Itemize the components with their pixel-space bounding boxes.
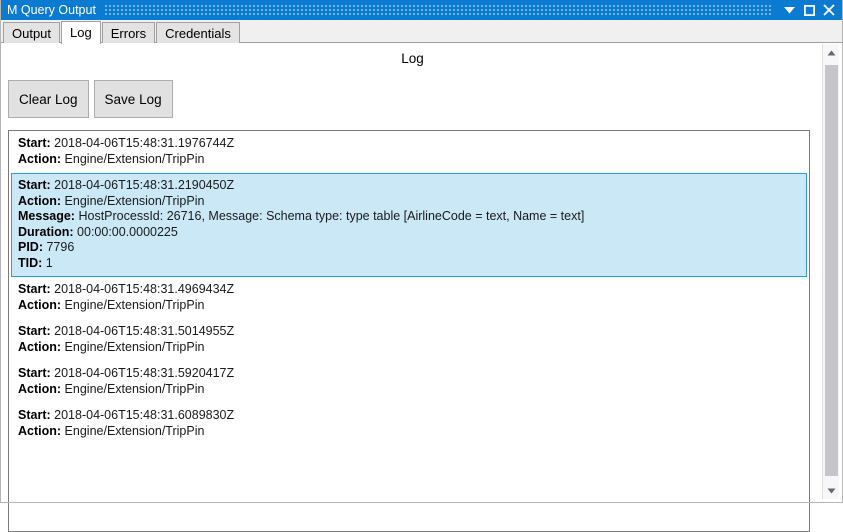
log-field-key: Start: — [18, 178, 51, 192]
list-item[interactable]: Start: 2018-04-06T15:48:31.5920417Z Acti… — [11, 361, 807, 403]
scroll-down-button[interactable] — [823, 482, 839, 499]
log-field-value: Engine/Extension/TripPin — [64, 297, 205, 312]
log-field-row: Start: 2018-04-06T15:48:31.6089830Z — [18, 408, 800, 424]
log-field-value: 2018-04-06T15:48:31.6089830Z — [54, 408, 235, 422]
log-field-value: 2018-04-06T15:48:31.2190450Z — [54, 178, 235, 192]
log-field-row: Start: 2018-04-06T15:48:31.2190450Z — [18, 178, 800, 194]
log-field-row: Start: 2018-04-06T15:48:31.4969434Z — [18, 282, 800, 298]
scrollbar-thumb[interactable] — [825, 65, 838, 476]
log-field-key: Action: — [18, 151, 62, 166]
log-field-value: Engine/Extension/TripPin — [64, 381, 205, 396]
log-field-row: Action: Engine/Extension/TripPin — [18, 152, 800, 168]
tab-errors[interactable]: Errors — [101, 22, 156, 43]
vertical-scrollbar[interactable] — [822, 44, 839, 499]
list-item[interactable]: Start: 2018-04-06T15:48:31.6089830Z Acti… — [11, 403, 807, 445]
log-field-row: Action: Engine/Extension/TripPin — [18, 382, 800, 398]
log-field-value: 2018-04-06T15:48:31.5920417Z — [54, 366, 235, 380]
log-toolbar: Clear Log Save Log — [8, 80, 178, 118]
log-field-row: Start: 2018-04-06T15:48:31.1976744Z — [18, 136, 800, 152]
clear-log-button[interactable]: Clear Log — [8, 80, 89, 118]
log-field-value: 2018-04-06T15:48:31.1976744Z — [54, 136, 235, 150]
log-field-row: Action: Engine/Extension/TripPin — [18, 424, 800, 440]
log-field-row: Start: 2018-04-06T15:48:31.5920417Z — [18, 366, 800, 382]
maximize-button[interactable] — [799, 1, 819, 19]
tab-log[interactable]: Log — [61, 21, 101, 44]
tab-strip: Output Log Errors Credentials — [0, 20, 843, 44]
log-field-key: Start: — [18, 282, 51, 296]
log-field-row: Message: HostProcessId: 26716, Message: … — [18, 209, 800, 225]
page-title: Log — [401, 51, 424, 66]
window-controls — [779, 0, 839, 20]
log-field-key: Start: — [18, 324, 51, 338]
log-field-row: TID: 1 — [18, 256, 800, 272]
list-item-selected[interactable]: Start: 2018-04-06T15:48:31.2190450Z Acti… — [11, 173, 807, 277]
log-field-row: PID: 7796 — [18, 240, 800, 256]
window-title: M Query Output — [7, 3, 96, 17]
title-bar: M Query Output — [0, 0, 843, 20]
scroll-up-button[interactable] — [823, 44, 839, 61]
log-field-key: Action: — [18, 381, 62, 396]
log-field-key: Action: — [18, 193, 62, 208]
log-field-key: Start: — [18, 136, 51, 150]
log-field-value: 00:00:00.0000225 — [77, 224, 178, 239]
log-field-row: Action: Engine/Extension/TripPin — [18, 340, 800, 356]
log-field-value: 2018-04-06T15:48:31.5014955Z — [54, 324, 235, 338]
log-field-row: Start: 2018-04-06T15:48:31.5014955Z — [18, 324, 800, 340]
log-field-value: Engine/Extension/TripPin — [64, 339, 205, 354]
log-field-value: 7796 — [46, 240, 75, 254]
list-item[interactable]: Start: 2018-04-06T15:48:31.1976744Z Acti… — [11, 131, 807, 173]
log-entry-list[interactable]: Start: 2018-04-06T15:48:31.1976744Z Acti… — [8, 130, 810, 532]
minimize-button[interactable] — [779, 1, 799, 19]
m-query-output-window: M Query Output Output Log Errors Credent… — [0, 0, 843, 532]
log-field-value: HostProcessId: 26716, Message: Schema ty… — [78, 209, 585, 223]
log-field-row: Action: Engine/Extension/TripPin — [18, 298, 800, 314]
log-field-key: PID: — [18, 240, 43, 254]
log-field-value: Engine/Extension/TripPin — [64, 193, 205, 208]
log-field-key: Message: — [18, 209, 75, 223]
log-field-value: Engine/Extension/TripPin — [64, 151, 205, 166]
titlebar-gripper — [104, 3, 773, 17]
log-field-key: Start: — [18, 408, 51, 422]
log-field-key: TID: — [18, 255, 43, 270]
log-tab-panel: Log Clear Log Save Log Start: 2018-04-06… — [0, 43, 843, 532]
log-field-value: 1 — [45, 255, 53, 270]
log-field-row: Action: Engine/Extension/TripPin — [18, 194, 800, 210]
tab-output[interactable]: Output — [3, 22, 61, 43]
log-field-key: Action: — [18, 297, 62, 312]
log-field-key: Duration: — [18, 224, 74, 239]
tab-list: Output Log Errors Credentials — [3, 21, 241, 44]
list-item[interactable]: Start: 2018-04-06T15:48:31.4969434Z Acti… — [11, 277, 807, 319]
list-item[interactable]: Start: 2018-04-06T15:48:31.5014955Z Acti… — [11, 319, 807, 361]
log-field-key: Start: — [18, 366, 51, 380]
log-field-row: Duration: 00:00:00.0000225 — [18, 225, 800, 241]
log-field-key: Action: — [18, 423, 62, 438]
log-field-value: 2018-04-06T15:48:31.4969434Z — [54, 282, 235, 296]
save-log-button[interactable]: Save Log — [93, 80, 173, 118]
tab-credentials[interactable]: Credentials — [156, 22, 240, 43]
log-field-key: Action: — [18, 339, 62, 354]
log-field-value: Engine/Extension/TripPin — [64, 423, 205, 438]
close-button[interactable] — [819, 1, 839, 19]
